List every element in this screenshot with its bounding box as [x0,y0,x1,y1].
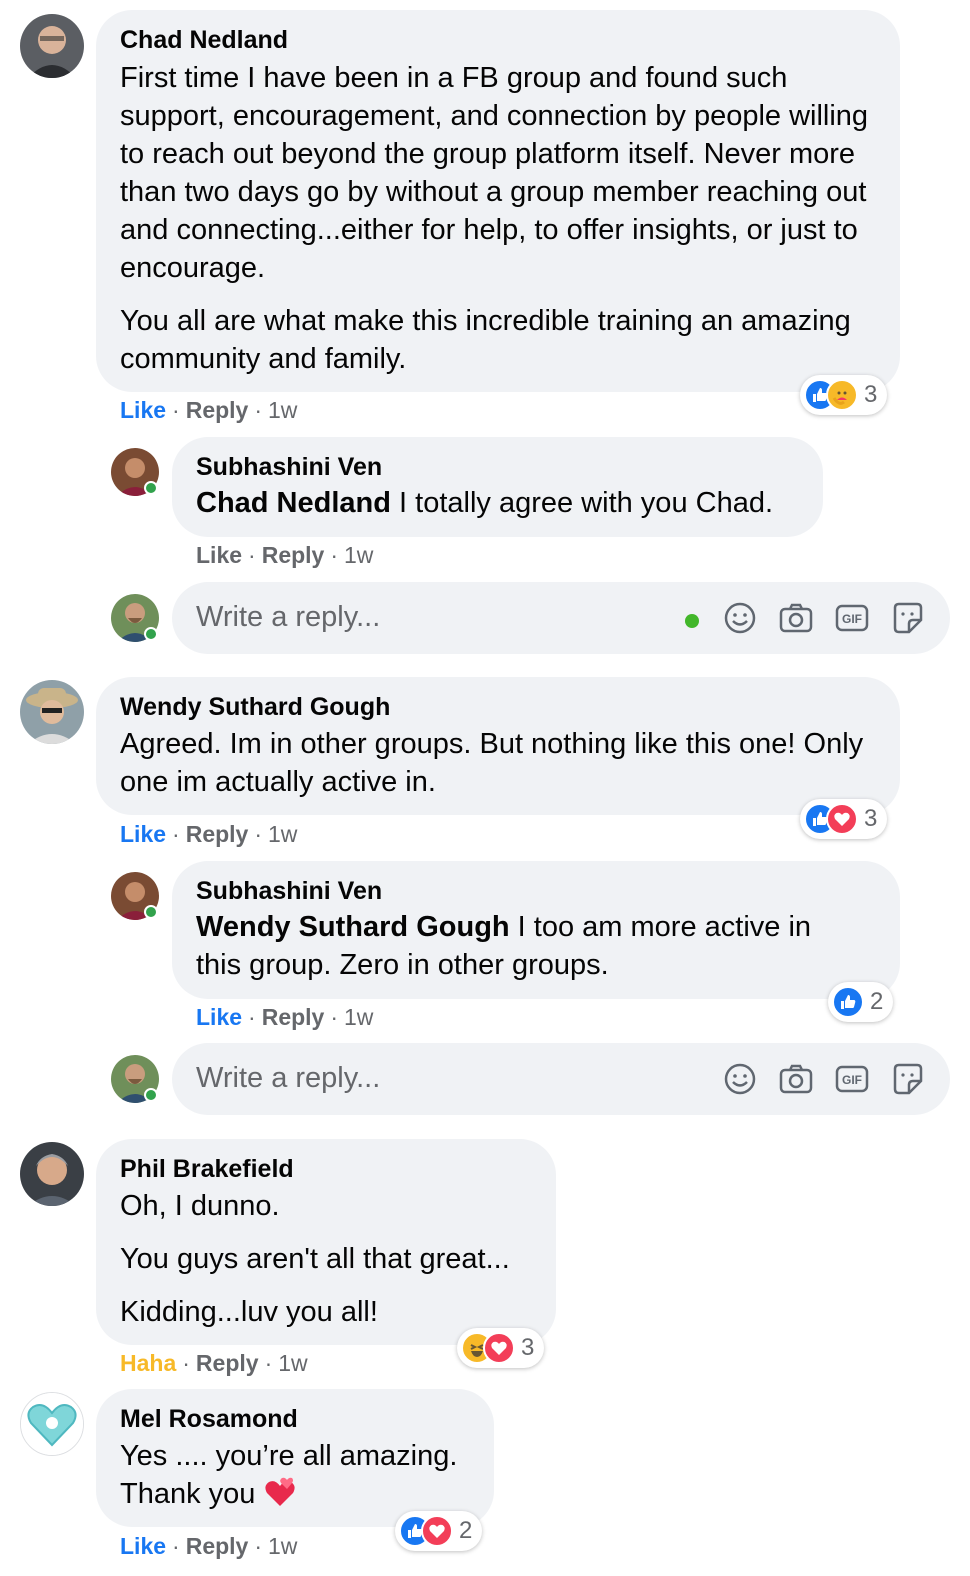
emoji-icon[interactable] [722,1061,758,1097]
reply-link[interactable]: Reply [262,1004,325,1030]
reaction-summary[interactable]: 2 [828,982,894,1022]
camera-icon[interactable] [778,600,814,636]
comment-paragraph: Thank you [120,1478,256,1510]
reaction-summary[interactable]: 3 [800,375,888,415]
comment-paragraph: You all are what make this incredible tr… [120,305,851,375]
reaction-count: 3 [864,805,878,832]
reply-link[interactable]: Reply [186,1533,249,1559]
comment-paragraph: You guys aren't all that great... [120,1243,510,1275]
timestamp[interactable]: 1w [268,1533,297,1559]
avatar[interactable] [20,1142,84,1206]
mention-link[interactable]: Chad Nedland [196,487,391,519]
comment-actions: Like · Reply · 1w [120,397,298,423]
online-indicator [144,481,158,495]
mention-link[interactable]: Wendy Suthard Gough [196,911,510,943]
comment-paragraph: Yes .... you’re all amazing. [120,1440,458,1472]
reply-author[interactable]: Subhashini Ven [196,453,382,482]
comment-text: First time I have been in a FB group and… [120,59,870,378]
reply-actions: Like · Reply · 1w [196,1004,374,1030]
timestamp[interactable]: 1w [268,397,297,423]
love-emoji-icon [421,1515,453,1547]
comment-paragraph: Agreed. Im in other groups. But nothing … [120,728,864,798]
reaction-summary[interactable]: 2 [395,1511,483,1551]
reaction-count: 2 [870,988,884,1015]
timestamp[interactable]: 1w [344,542,373,568]
online-indicator [144,1088,158,1102]
avatar[interactable] [20,680,84,744]
reply-text: Wendy Suthard Gough I too am more active… [196,908,856,984]
reply-link[interactable]: Reply [186,397,249,423]
reply-link[interactable]: Reply [196,1350,259,1376]
love-emoji-icon [826,803,858,835]
comment-text: Yes .... you’re all amazing. Thank you [120,1437,490,1513]
online-indicator [144,905,158,919]
love-emoji-icon [483,1332,515,1364]
like-link[interactable]: Like [196,1004,242,1030]
reply-link[interactable]: Reply [186,821,249,847]
camera-icon[interactable] [778,1061,814,1097]
gif-icon[interactable]: GIF [834,600,870,636]
reply-link[interactable]: Reply [262,542,325,568]
comment-paragraph: Kidding...luv you all! [120,1296,378,1328]
reply-actions: Like · Reply · 1w [196,542,374,568]
sticker-icon[interactable] [890,1061,926,1097]
avatar[interactable] [20,14,84,78]
reply-input[interactable]: Write a reply... GIF [172,582,950,654]
like-link[interactable]: Like [120,1533,166,1559]
timestamp[interactable]: 1w [278,1350,307,1376]
comment-text: Oh, I dunno. You guys aren't all that gr… [120,1187,550,1331]
reply-input[interactable]: Write a reply... GIF [172,1043,950,1115]
haha-link[interactable]: Haha [120,1350,176,1376]
heart-emoji-icon [265,1477,296,1506]
comment-actions: Like · Reply · 1w [120,1533,298,1559]
like-link[interactable]: Like [120,821,166,847]
like-link[interactable]: Like [120,397,166,423]
comment-paragraph: First time I have been in a FB group and… [120,62,869,284]
reaction-count: 3 [521,1334,535,1361]
care-emoji-icon [826,379,858,411]
reaction-summary[interactable]: 3 [800,799,888,839]
reply-text: Chad Nedland I totally agree with you Ch… [196,484,816,522]
svg-text:GIF: GIF [842,612,862,626]
typing-indicator [685,614,699,628]
comment-paragraph: Oh, I dunno. [120,1190,280,1222]
reaction-count: 2 [459,1517,473,1544]
emoji-icon[interactable] [722,600,758,636]
comment-author[interactable]: Mel Rosamond [120,1405,298,1434]
timestamp[interactable]: 1w [344,1004,373,1030]
comment-paragraph-line: Thank you [120,1475,490,1513]
comment-text: Agreed. Im in other groups. But nothing … [120,725,870,801]
comment-actions: Haha · Reply · 1w [120,1350,308,1376]
reaction-summary[interactable]: 3 [457,1328,545,1368]
reply-placeholder: Write a reply... [196,601,381,633]
gif-icon[interactable]: GIF [834,1061,870,1097]
svg-text:GIF: GIF [842,1073,862,1087]
timestamp[interactable]: 1w [268,821,297,847]
sticker-icon[interactable] [890,600,926,636]
reaction-count: 3 [864,381,878,408]
avatar[interactable] [20,1392,84,1456]
comment-author[interactable]: Phil Brakefield [120,1155,294,1184]
comment-actions: Like · Reply · 1w [120,821,298,847]
online-indicator [144,627,158,641]
reply-placeholder: Write a reply... [196,1062,381,1094]
reply-author[interactable]: Subhashini Ven [196,877,382,906]
comment-author[interactable]: Wendy Suthard Gough [120,693,390,722]
comment-author[interactable]: Chad Nedland [120,26,288,55]
reply-body: I totally agree with you Chad. [390,487,774,519]
like-link[interactable]: Like [196,542,242,568]
like-emoji-icon [832,986,864,1018]
